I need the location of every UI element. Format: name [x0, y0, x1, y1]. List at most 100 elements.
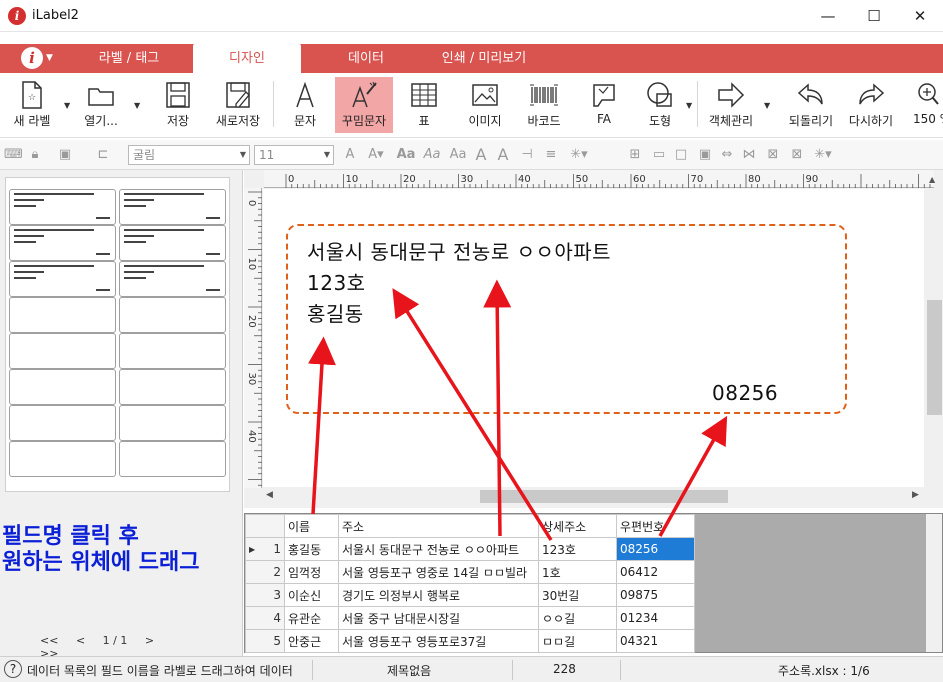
text-effect-icon[interactable]: ✳▾ [566, 146, 592, 164]
group-icon[interactable]: ⊠ [764, 146, 782, 164]
first-page-button[interactable]: << [40, 634, 58, 647]
distribute-icon[interactable]: ⋈ [740, 146, 758, 164]
cell-detail[interactable]: ㅁㅁ길 [538, 629, 617, 653]
fancy-text-button[interactable]: 꾸밈문자 [335, 77, 393, 133]
prev-page-button[interactable]: < [76, 634, 85, 647]
new-label-dropdown-icon[interactable]: ▼ [64, 101, 70, 110]
bold-icon[interactable]: Aa [396, 146, 416, 164]
column-header-zip[interactable]: 우편번호 [616, 514, 695, 538]
scroll-left-icon[interactable]: ◀ [266, 490, 273, 500]
fa-tool-button[interactable]: FA [582, 77, 626, 133]
maximize-button[interactable]: ☐ [851, 0, 897, 32]
cell-detail[interactable]: 30번길 [538, 583, 617, 607]
page-thumbnail-sheet[interactable] [5, 177, 230, 492]
zoom-button[interactable]: 150 % [905, 77, 943, 133]
next-page-button[interactable]: > [145, 634, 154, 647]
shadow-text-icon[interactable]: A [494, 146, 512, 164]
rotate-text-icon[interactable]: ⊣ [518, 146, 536, 164]
frame-inner-icon[interactable]: ▣ [696, 146, 714, 164]
table-row[interactable]: 2 임꺽정 서울 영등포구 영중로 14길 ㅁㅁ빌라 1호 06412 [245, 560, 695, 584]
table-row[interactable]: 4 유관순 서울 중구 남대문시장길 ㅇㅇ길 01234 [245, 606, 695, 630]
border-icon[interactable]: ⊞ [626, 146, 644, 164]
mini-label[interactable] [119, 225, 226, 261]
tab-label-tag[interactable]: 라벨 / 태그 [84, 44, 174, 73]
tab-design[interactable]: 디자인 [193, 44, 301, 73]
label-detail-field[interactable]: 123호 [307, 267, 366, 296]
mini-label-empty[interactable] [9, 405, 116, 441]
grid-vertical-scrollbar[interactable] [926, 514, 942, 652]
cell-zip-selected[interactable]: 08256 [616, 537, 695, 561]
cell-address[interactable]: 서울시 동대문구 전농로 ㅇㅇ아파트 [338, 537, 539, 561]
barcode-tool-button[interactable]: 바코드 [518, 77, 570, 133]
save-button[interactable]: 저장 [155, 77, 201, 133]
font-family-select[interactable]: 굴림 ▼ [128, 145, 250, 165]
redo-button[interactable]: 다시하기 [842, 77, 900, 133]
effects-dropdown-icon[interactable]: ✳▾ [810, 146, 836, 164]
tab-print-preview[interactable]: 인쇄 / 미리보기 [424, 44, 544, 73]
close-button[interactable]: ✕ [897, 0, 943, 32]
column-header-address[interactable]: 주소 [338, 514, 539, 538]
tab-data[interactable]: 데이터 [328, 44, 404, 73]
mini-label[interactable] [9, 189, 116, 225]
font-color-icon[interactable]: A▾ [364, 146, 388, 164]
cell-name[interactable]: 이순신 [284, 583, 339, 607]
cell-zip[interactable]: 06412 [616, 560, 695, 584]
cell-zip[interactable]: 01234 [616, 606, 695, 630]
mini-label-empty[interactable] [119, 297, 226, 333]
ungroup-icon[interactable]: ⊠ [788, 146, 806, 164]
mini-label[interactable] [119, 189, 226, 225]
object-manage-button[interactable]: 객체관리 [703, 77, 759, 133]
mini-label-empty[interactable] [9, 369, 116, 405]
scroll-up-icon[interactable]: ▲ [929, 175, 935, 184]
open-button[interactable]: 열기... [76, 77, 126, 133]
lock-icon[interactable]: 🔒︎ [26, 146, 44, 164]
table-row[interactable]: 3 이순신 경기도 의정부시 행복로 30번길 09875 [245, 583, 695, 607]
canvas-horizontal-scroll-thumb[interactable] [480, 490, 728, 503]
mini-label[interactable] [119, 261, 226, 297]
cell-name[interactable]: 유관순 [284, 606, 339, 630]
object-manage-dropdown-icon[interactable]: ▼ [764, 101, 770, 110]
table-tool-button[interactable]: 표 [402, 77, 446, 133]
save-as-button[interactable]: 새로저장 [208, 77, 268, 133]
outline-text-icon[interactable]: A [472, 146, 490, 164]
open-dropdown-icon[interactable]: ▼ [134, 101, 140, 110]
mini-label[interactable] [9, 261, 116, 297]
box-icon[interactable]: ▭ [650, 146, 668, 164]
italic-icon[interactable]: Aa [422, 146, 442, 164]
mini-label[interactable] [9, 225, 116, 261]
mini-label-empty[interactable] [119, 441, 226, 477]
new-label-button[interactable]: ☆ 새 라벨 [4, 77, 60, 133]
scroll-right-icon[interactable]: ▶ [912, 490, 919, 500]
mini-label-empty[interactable] [119, 405, 226, 441]
mini-label-empty[interactable] [119, 333, 226, 369]
mini-label-empty[interactable] [9, 297, 116, 333]
app-menu-button[interactable]: i ▼ [18, 44, 58, 73]
mini-label-empty[interactable] [119, 369, 226, 405]
help-icon[interactable]: ? [4, 660, 22, 678]
label-zip-field[interactable]: 08256 [712, 381, 778, 405]
cell-zip[interactable]: 04321 [616, 629, 695, 653]
cell-address[interactable]: 서울 중구 남대문시장길 [338, 606, 539, 630]
cell-name[interactable]: 임꺽정 [284, 560, 339, 584]
table-row[interactable]: ▶ 1 홍길동 서울시 동대문구 전농로 ㅇㅇ아파트 123호 08256 [245, 537, 695, 561]
undo-button[interactable]: 되돌리기 [782, 77, 840, 133]
table-row[interactable]: 5 안중근 서울 영등포구 영등포로37길 ㅁㅁ길 04321 [245, 629, 695, 653]
cell-address[interactable]: 서울 영등포구 영등포로37길 [338, 629, 539, 653]
align-icon[interactable]: ⊏ [92, 146, 114, 164]
font-size-select[interactable]: 11 ▼ [254, 145, 334, 165]
cell-detail[interactable]: ㅇㅇ길 [538, 606, 617, 630]
label-name-field[interactable]: 홍길동 [307, 298, 364, 327]
cell-name[interactable]: 홍길동 [284, 537, 339, 561]
canvas-vertical-scroll-thumb[interactable] [927, 300, 942, 415]
label-address-field[interactable]: 서울시 동대문구 전농로 ㅇㅇ아파트 [307, 236, 611, 265]
paste-format-icon[interactable]: ▣ [54, 146, 76, 164]
cell-name[interactable]: 안중근 [284, 629, 339, 653]
text-tool-button[interactable]: 문자 [283, 77, 327, 133]
mini-label-empty[interactable] [9, 441, 116, 477]
keyboard-icon[interactable]: ⌨ [4, 146, 23, 164]
shape-dropdown-icon[interactable]: ▼ [686, 101, 692, 110]
cell-detail[interactable]: 123호 [538, 537, 617, 561]
cell-address[interactable]: 서울 영등포구 영중로 14길 ㅁㅁ빌라 [338, 560, 539, 584]
column-header-name[interactable]: 이름 [284, 514, 339, 538]
flip-icon[interactable]: ⇔ [718, 146, 736, 164]
